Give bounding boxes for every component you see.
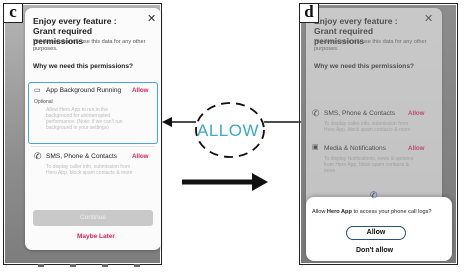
allow-link[interactable]: Allow: [408, 145, 425, 152]
permission-name: App Background Running: [46, 87, 122, 94]
bottom-nav-strip: [30, 256, 150, 267]
divider: [31, 146, 155, 147]
permission-name: Media & Notifications: [324, 145, 386, 152]
panel-label-d: d: [299, 3, 319, 23]
panel-label-c: c: [3, 3, 23, 23]
system-permission-prompt: ✆ Allow Hero App to access your phone ca…: [306, 190, 452, 261]
left-permission-dialog: Enjoy every feature : Grant required per…: [25, 8, 161, 250]
media-icon: ▣: [312, 144, 319, 151]
permission-description: To display caller info, submission from …: [324, 121, 411, 133]
permission-description: Allow Hero App to run in the background …: [46, 107, 123, 131]
allow-link[interactable]: Allow: [132, 153, 149, 160]
dont-allow-button[interactable]: Don't allow: [356, 247, 393, 254]
phone-icon: ✆: [370, 190, 378, 200]
optional-label: Optional: [34, 99, 53, 105]
dialog-subtitle: We do not share & use this data for any …: [33, 39, 146, 52]
close-icon[interactable]: ✕: [147, 14, 156, 25]
permission-description: To display caller info, submission from …: [46, 164, 133, 176]
transition-arrow: [182, 173, 268, 191]
continue-button[interactable]: Continue: [33, 210, 153, 226]
allow-link[interactable]: Allow: [408, 110, 425, 117]
why-heading: Why we need this permissions?: [33, 63, 134, 70]
phone-icon: ✆: [34, 151, 42, 161]
phone-icon: ✆: [312, 108, 320, 118]
allow-callout-label: ALLOW: [197, 121, 260, 140]
permission-description: To display Notifications, news & updates…: [324, 156, 414, 174]
allow-link[interactable]: Allow: [132, 87, 149, 94]
app-background-icon: ▭: [34, 87, 41, 94]
right-permission-dialog: Enjoy every feature : Grant required per…: [306, 8, 442, 208]
allow-button[interactable]: Allow: [346, 226, 406, 240]
close-icon[interactable]: ✕: [424, 14, 433, 25]
dialog-subtitle: We do not share & use this data for any …: [314, 39, 427, 52]
permission-name: SMS, Phone & Contacts: [46, 153, 118, 160]
permission-name: SMS, Phone & Contacts: [324, 110, 396, 117]
why-heading: Why we need this permissions?: [314, 63, 415, 70]
system-prompt-text: Allow Hero App to access your phone call…: [312, 209, 432, 215]
maybe-later-link[interactable]: Maybe Later: [77, 233, 115, 240]
